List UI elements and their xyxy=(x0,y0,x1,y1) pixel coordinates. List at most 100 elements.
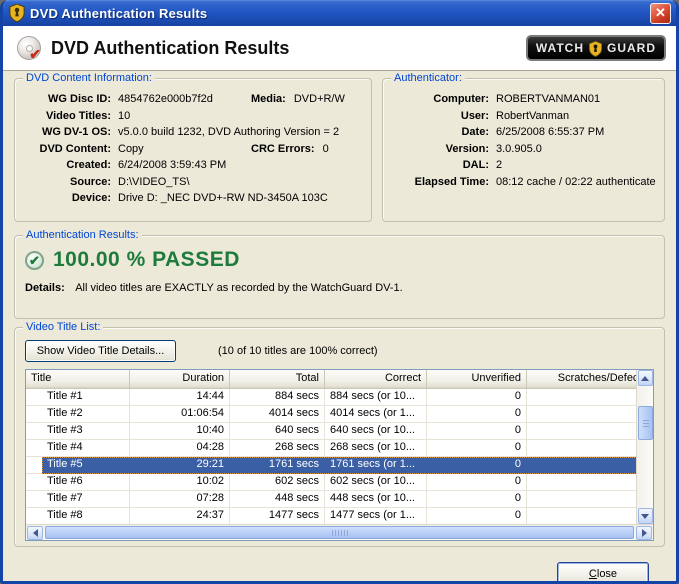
field-label: User: xyxy=(389,108,489,125)
scroll-down-button[interactable] xyxy=(638,508,653,524)
cell-total: 1477 secs xyxy=(230,508,325,525)
group-legend: Authenticator: xyxy=(391,71,465,85)
column-header-scratches[interactable]: Scratches/Defects xyxy=(527,370,653,388)
group-legend: DVD Content Information: xyxy=(23,71,155,85)
row-indicator xyxy=(26,423,42,440)
watchguard-shield-icon xyxy=(9,4,25,22)
cell-duration: 10:40 xyxy=(130,423,230,440)
vertical-scrollbar-thumb[interactable] xyxy=(638,406,653,440)
field-row-elapsed-time: Elapsed Time: 08:12 cache / 02:22 authen… xyxy=(389,174,658,191)
field-label: WG Disc ID: xyxy=(21,91,111,108)
table-row-title-3[interactable]: Title #3 10:40 640 secs 640 secs (or 10.… xyxy=(26,423,653,440)
field-value: 3.0.905.0 xyxy=(496,141,542,158)
cell-total: 1761 secs xyxy=(230,457,325,474)
scroll-right-button[interactable] xyxy=(636,526,652,540)
field-label: Computer: xyxy=(389,91,489,108)
field-row-user: User: RobertVanman xyxy=(389,108,658,125)
column-header-correct[interactable]: Correct xyxy=(325,370,427,388)
footer: Close xyxy=(14,547,665,584)
cell-duration: 10:02 xyxy=(130,474,230,491)
table-row-title-5-selected[interactable]: Title #5 29:21 1761 secs 1761 secs (or 1… xyxy=(26,457,653,474)
field-label: WG DV-1 OS: xyxy=(21,124,111,141)
scroll-left-button[interactable] xyxy=(27,526,43,540)
field-label: Media: xyxy=(251,91,286,108)
cell-unverified: 0 xyxy=(427,508,527,525)
cell-total: 602 secs xyxy=(230,474,325,491)
arrow-right-icon xyxy=(642,529,647,537)
field-row-video-titles: Video Titles: 10 xyxy=(21,108,365,125)
dialog-content: DVD Content Information: WG Disc ID: 485… xyxy=(3,71,676,584)
field-value: ROBERTVANMAN01 xyxy=(496,91,600,108)
group-authentication-results: Authentication Results: ✔ 100.00 % PASSE… xyxy=(14,235,665,319)
field-row-dvd-content: DVD Content: Copy CRC Errors: 0 xyxy=(21,141,365,158)
cell-title: Title #7 xyxy=(42,491,130,508)
column-header-unverified[interactable]: Unverified xyxy=(427,370,527,388)
cell-total: 268 secs xyxy=(230,440,325,457)
cell-total: 884 secs xyxy=(230,389,325,406)
cell-title: Title #2 xyxy=(42,406,130,423)
row-indicator xyxy=(26,474,42,491)
field-label: Elapsed Time: xyxy=(389,174,489,191)
table-header-row: Title Duration Total Correct Unverified … xyxy=(26,370,653,389)
cell-duration: 24:37 xyxy=(130,508,230,525)
cell-duration: 29:21 xyxy=(130,457,230,474)
cell-correct: 4014 secs (or 1... xyxy=(325,406,427,423)
arrow-up-icon xyxy=(641,376,649,381)
row-indicator xyxy=(26,491,42,508)
column-header-total[interactable]: Total xyxy=(230,370,325,388)
group-dvd-content-information: DVD Content Information: WG Disc ID: 485… xyxy=(14,78,372,222)
field-row-source: Source: D:\VIDEO_TS\ xyxy=(21,174,365,191)
show-video-title-details-button[interactable]: Show Video Title Details... xyxy=(25,340,176,362)
table-row-title-4[interactable]: Title #4 04:28 268 secs 268 secs (or 10.… xyxy=(26,440,653,457)
table-row-title-7[interactable]: Title #7 07:28 448 secs 448 secs (or 10.… xyxy=(26,491,653,508)
table-row-title-6[interactable]: Title #6 10:02 602 secs 602 secs (or 10.… xyxy=(26,474,653,491)
scroll-up-button[interactable] xyxy=(638,370,653,386)
window-title: DVD Authentication Results xyxy=(30,6,650,21)
cell-title: Title #3 xyxy=(42,423,130,440)
cell-title: Title #5 xyxy=(42,457,130,474)
field-label: CRC Errors: xyxy=(251,141,315,158)
field-label: DAL: xyxy=(389,157,489,174)
disc-check-icon: ✔ xyxy=(29,46,41,63)
cell-total: 640 secs xyxy=(230,423,325,440)
close-window-button[interactable]: ✕ xyxy=(650,3,671,24)
cell-correct: 640 secs (or 10... xyxy=(325,423,427,440)
details-text: All video titles are EXACTLY as recorded… xyxy=(75,282,403,294)
cell-unverified: 0 xyxy=(427,491,527,508)
cell-correct: 268 secs (or 10... xyxy=(325,440,427,457)
cell-duration: 04:28 xyxy=(130,440,230,457)
row-indicator xyxy=(26,440,42,457)
cell-unverified: 0 xyxy=(427,423,527,440)
column-header-title[interactable]: Title xyxy=(26,370,130,388)
table-row-title-8[interactable]: Title #8 24:37 1477 secs 1477 secs (or 1… xyxy=(26,508,653,525)
field-value: 0 xyxy=(323,141,329,158)
column-header-duration[interactable]: Duration xyxy=(130,370,230,388)
field-label: Source: xyxy=(21,174,111,191)
cell-total: 448 secs xyxy=(230,491,325,508)
cell-duration: 07:28 xyxy=(130,491,230,508)
cell-title: Title #4 xyxy=(42,440,130,457)
field-value: 10 xyxy=(118,108,130,125)
horizontal-scrollbar[interactable] xyxy=(26,524,653,540)
details-label: Details: xyxy=(25,282,65,294)
cell-correct: 602 secs (or 10... xyxy=(325,474,427,491)
horizontal-scrollbar-thumb[interactable] xyxy=(45,526,634,539)
close-button[interactable]: Close xyxy=(557,562,649,584)
table-row-title-2[interactable]: Title #2 01:06:54 4014 secs 4014 secs (o… xyxy=(26,406,653,423)
field-label: Video Titles: xyxy=(21,108,111,125)
logo-text-guard: GUARD xyxy=(607,41,656,55)
cell-title: Title #6 xyxy=(42,474,130,491)
field-value: DVD+R/W xyxy=(294,91,345,108)
arrow-down-icon xyxy=(641,514,649,519)
vertical-scrollbar[interactable] xyxy=(636,370,653,524)
video-title-table: Title Duration Total Correct Unverified … xyxy=(25,369,654,541)
field-row-wg-dv1-os: WG DV-1 OS: v5.0.0 build 1232, DVD Autho… xyxy=(21,124,365,141)
table-row-title-1[interactable]: Title #1 14:44 884 secs 884 secs (or 10.… xyxy=(26,389,653,406)
field-row-computer: Computer: ROBERTVANMAN01 xyxy=(389,91,658,108)
cell-title: Title #1 xyxy=(42,389,130,406)
field-row-version: Version: 3.0.905.0 xyxy=(389,141,658,158)
field-row-dal: DAL: 2 xyxy=(389,157,658,174)
logo-text-watch: WATCH xyxy=(536,41,584,55)
cell-correct: 1761 secs (or 1... xyxy=(325,457,427,474)
cell-unverified: 0 xyxy=(427,389,527,406)
